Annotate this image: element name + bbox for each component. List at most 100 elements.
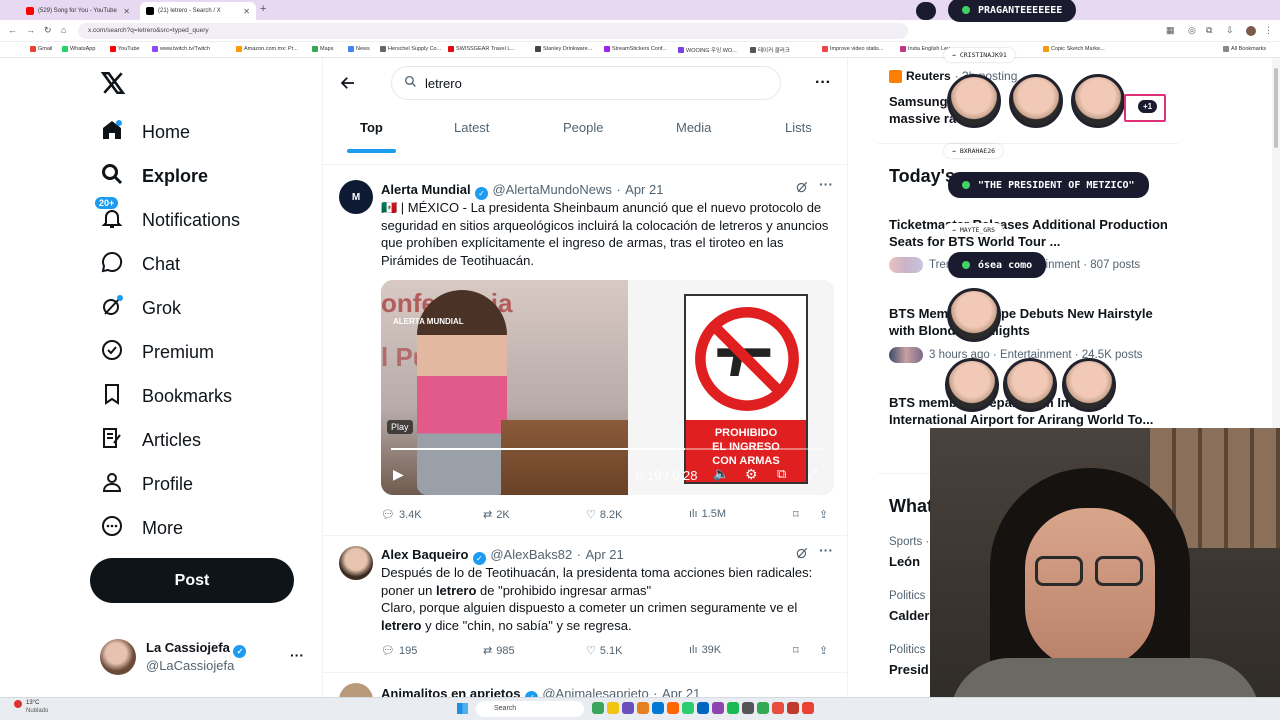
extension-icon[interactable]: ⧉ <box>1206 25 1212 36</box>
taskbar-app-icon[interactable] <box>652 702 664 714</box>
bookmark-item[interactable]: YouTube <box>110 46 140 52</box>
bookmark-button[interactable]: ⌑ <box>793 508 799 521</box>
taskbar-app-icon[interactable] <box>787 702 799 714</box>
bookmark-item[interactable]: Improve video statis... <box>822 46 884 52</box>
news-headline[interactable]: Samsung <box>889 93 948 110</box>
url-bar[interactable]: x.com/search?q=letrero&src=typed_query <box>78 23 908 39</box>
author-handle[interactable]: @AlexBaks82 <box>490 547 572 562</box>
bookmark-item[interactable]: Copic Sketch Marke... <box>1043 46 1105 52</box>
bookmark-item[interactable]: Amazon.com.mx: Pr... <box>236 46 298 52</box>
nav-bookmarks[interactable]: Bookmarks <box>100 381 232 411</box>
reply-button[interactable]: 💬︎ 3.4K <box>381 508 422 522</box>
trend-title[interactable]: BTS Member J-Hope Debuts New Hairstyle w… <box>889 305 1169 339</box>
taskbar-app-icon[interactable] <box>667 702 679 714</box>
share-button[interactable]: ⇪ <box>819 644 828 657</box>
grok-explain-icon[interactable] <box>795 180 809 199</box>
author-name[interactable]: Alerta Mundial <box>381 182 471 197</box>
search-input[interactable]: letrero <box>391 66 781 100</box>
pip-icon[interactable]: ⧉ <box>777 466 786 482</box>
views-button[interactable]: ılı 1.5M <box>689 508 726 520</box>
trend-title[interactable]: Ticketmaster Releases Additional Product… <box>889 216 1169 250</box>
bookmark-button[interactable]: ⌑ <box>793 644 799 657</box>
taskbar-app-icon[interactable] <box>757 702 769 714</box>
nav-home[interactable]: Home <box>100 117 190 147</box>
taskbar-app-icon[interactable] <box>712 702 724 714</box>
extension-icon[interactable]: ◎ <box>1188 25 1196 36</box>
windows-start-icon[interactable] <box>457 703 468 714</box>
tweet[interactable]: M Alerta Mundial ✓ @AlertaMundoNews · Ap… <box>323 166 847 536</box>
browser-tab-youtube[interactable]: (529) Song for You - YouTube ✕ <box>20 2 136 20</box>
trend-title[interactable]: León <box>889 553 920 570</box>
taskbar-app-icon[interactable] <box>727 702 739 714</box>
nav-notifications[interactable]: 20+ Notifications <box>94 195 240 235</box>
avatar[interactable]: M <box>339 180 373 214</box>
tweet-video[interactable]: onferencia l Pueblo ALERTA MUNDIAL PROHI… <box>381 280 834 495</box>
close-tab-icon[interactable]: ✕ <box>243 7 250 16</box>
bookmark-item[interactable]: WhatsApp <box>62 46 95 52</box>
trend-title[interactable]: Calder <box>889 607 929 624</box>
bookmark-item[interactable]: SWISSGEAR Travel L... <box>448 46 515 52</box>
taskbar-app-icon[interactable] <box>592 702 604 714</box>
bookmark-item[interactable]: News <box>348 46 370 52</box>
new-tab-button[interactable]: + <box>260 3 266 15</box>
account-more-icon[interactable]: ··· <box>290 647 304 663</box>
author-handle[interactable]: @AlertaMundoNews <box>492 182 611 197</box>
trend-title[interactable]: Presid <box>889 661 929 678</box>
fullscreen-icon[interactable]: ⤢ <box>807 466 817 482</box>
tab-media[interactable]: Media <box>676 120 711 135</box>
tab-people[interactable]: People <box>563 120 603 135</box>
repost-button[interactable]: ⇄ 2K <box>483 508 510 522</box>
download-icon[interactable]: ⇩ <box>1226 25 1234 36</box>
bookmark-item[interactable]: Gmail <box>30 46 52 52</box>
taskbar-app-icon[interactable] <box>742 702 754 714</box>
search-options-icon[interactable]: ··· <box>815 74 831 92</box>
back-arrow-icon[interactable] <box>339 74 357 97</box>
nav-chat[interactable]: Chat <box>100 249 180 279</box>
repost-button[interactable]: ⇄ 985 <box>483 644 515 658</box>
close-tab-icon[interactable]: ✕ <box>123 7 130 16</box>
taskbar-app-icon[interactable] <box>697 702 709 714</box>
volume-icon[interactable]: 🔈 <box>713 466 729 482</box>
tweet-date[interactable]: Apr 21 <box>585 547 623 562</box>
author-name[interactable]: Alex Baqueiro <box>381 547 468 562</box>
taskbar-app-icon[interactable] <box>622 702 634 714</box>
bookmark-item[interactable]: All Bookmarks <box>1223 46 1266 52</box>
tweet[interactable]: Animalitos en aprietos ✓ @Animalesapriet… <box>323 673 847 698</box>
tab-latest[interactable]: Latest <box>454 120 489 135</box>
taskbar-app-icon[interactable] <box>772 702 784 714</box>
reload-icon[interactable]: ↻ <box>44 25 52 36</box>
nav-explore[interactable]: Explore <box>100 161 208 191</box>
settings-icon[interactable]: ⚙ <box>745 466 758 483</box>
tab-lists[interactable]: Lists <box>785 120 812 135</box>
tweet-date[interactable]: Apr 21 <box>625 182 663 197</box>
reply-button[interactable]: 💬︎ 195 <box>381 644 417 658</box>
avatar[interactable] <box>339 683 373 698</box>
taskbar-search[interactable]: Search <box>476 701 584 717</box>
nav-more[interactable]: More <box>100 513 183 543</box>
account-switcher[interactable]: La Cassiojefa ✓ @LaCassiojefa ··· <box>100 639 310 677</box>
play-icon[interactable]: ▶ <box>393 466 404 483</box>
taskbar-app-icon[interactable] <box>802 702 814 714</box>
bookmark-item[interactable]: Stanley Drinkware... <box>535 46 592 52</box>
video-progress-track[interactable] <box>391 448 824 450</box>
nav-profile[interactable]: Profile <box>100 469 193 499</box>
bookmark-item[interactable]: www.twitch.tv/Twitch <box>152 46 210 52</box>
like-button[interactable]: ♡ 5.1K <box>586 644 623 658</box>
nav-premium[interactable]: Premium <box>100 337 214 367</box>
news-source[interactable]: Reuters· 3h posting <box>889 69 1017 83</box>
tab-top[interactable]: Top <box>360 120 383 135</box>
bookmark-item[interactable]: Maps <box>312 46 333 52</box>
browser-tab-x[interactable]: (21) letrero - Search / X ✕ <box>140 2 256 20</box>
post-button[interactable]: Post <box>90 558 294 603</box>
avatar[interactable] <box>339 546 373 580</box>
news-headline[interactable]: massive ra <box>889 110 956 127</box>
nav-grok[interactable]: Grok <box>100 293 181 323</box>
home-browser-icon[interactable]: ⌂ <box>61 25 66 35</box>
taskbar-app-icon[interactable] <box>637 702 649 714</box>
views-button[interactable]: ılı 39K <box>689 644 721 656</box>
taskbar-app-icon[interactable] <box>682 702 694 714</box>
weather-temp[interactable]: 13°C <box>26 700 39 706</box>
nav-articles[interactable]: Articles <box>100 425 201 455</box>
taskbar-app-icon[interactable] <box>607 702 619 714</box>
tweet-more-icon[interactable]: ··· <box>819 176 833 192</box>
